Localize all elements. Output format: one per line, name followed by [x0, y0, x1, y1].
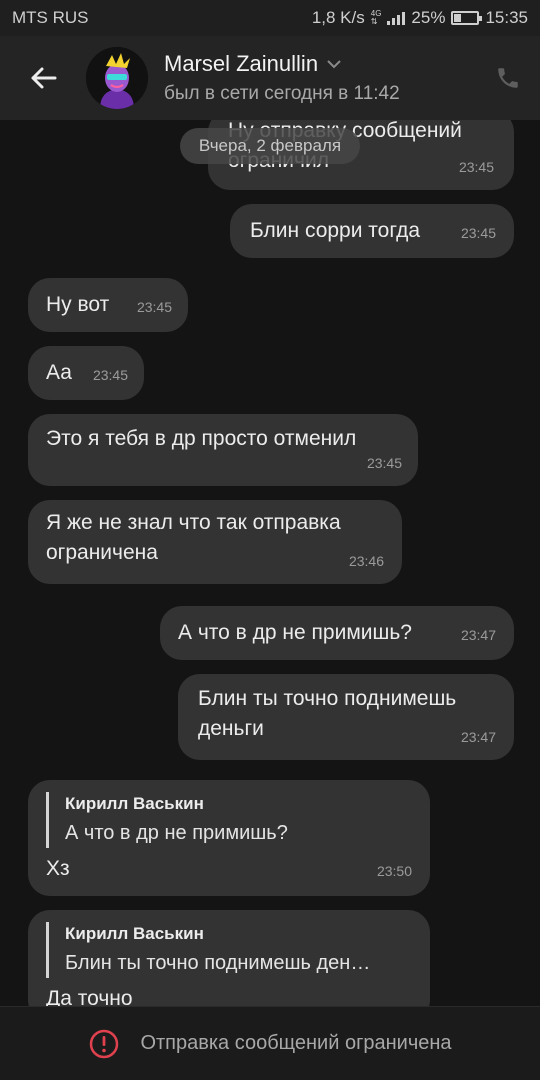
message-text: Блин сорри тогда: [250, 219, 421, 242]
status-indicators: 1,8 K/s 4G ⇅ 25% 15:35: [312, 8, 528, 28]
reply-text: А что в др не примишь?: [65, 822, 288, 844]
message-text: Блин ты точно поднимешь: [198, 687, 457, 710]
contact-name: Marsel Zainullin: [164, 51, 319, 76]
message-text: Это я тебя в др просто отменил: [46, 427, 357, 450]
message-time: 23:46: [348, 553, 384, 569]
arrow-left-icon: [31, 67, 57, 89]
message-outgoing[interactable]: А что в др не примишь? 23:47: [160, 606, 514, 660]
contact-name-row: Marsel Zainullin: [164, 51, 476, 77]
network-activity-label: ⇅: [370, 17, 378, 26]
contact-info[interactable]: Marsel Zainullin был в сети сегодня в 11…: [164, 51, 476, 105]
message-text: Да точно: [46, 987, 133, 1006]
message-incoming[interactable]: Ну вот 23:45: [28, 278, 188, 332]
message-time: 23:45: [460, 225, 496, 241]
message-text: А что в др не примишь?: [178, 621, 412, 644]
reply-text: Блин ты точно поднимешь ден…: [65, 952, 371, 974]
battery-icon: [451, 11, 483, 25]
message-incoming[interactable]: Аа 23:45: [28, 346, 144, 400]
message-incoming[interactable]: Это я тебя в др просто отменил 23:45: [28, 414, 418, 486]
battery-percent: 25%: [411, 8, 446, 27]
message-time: 23:45: [92, 367, 128, 383]
back-button[interactable]: [0, 36, 86, 120]
last-seen-status: был в сети сегодня в 11:42: [164, 83, 400, 104]
date-separator: Вчера, 2 февраля: [180, 128, 360, 164]
reply-quote[interactable]: Кирилл Васькин Блин ты точно поднимешь д…: [46, 922, 370, 978]
message-time: 23:45: [458, 159, 494, 175]
message-list[interactable]: Ну отправку сообщений ограничил 23:45 Вч…: [0, 120, 540, 1006]
phone-icon: [498, 68, 518, 88]
message-time: 23:52: [377, 996, 412, 1006]
message-time: 23:47: [460, 729, 496, 745]
chat-header: Marsel Zainullin был в сети сегодня в 11…: [0, 36, 540, 120]
message-text: Я же не знал что так отправка: [46, 511, 341, 534]
avatar-image: [86, 47, 148, 109]
clock: 15:35: [485, 8, 528, 27]
message-text: Хз: [46, 857, 70, 880]
restriction-text: Отправка сообщений ограничена: [140, 1032, 452, 1054]
chevron-down-icon: [327, 60, 341, 69]
message-text: Аа: [46, 361, 72, 384]
message-time: 23:50: [376, 863, 412, 879]
network-speed: 1,8 K/s: [311, 8, 365, 27]
message-text: Ну вот: [46, 293, 110, 316]
call-button[interactable]: [476, 36, 540, 120]
network-type-icon: 4G ⇅: [371, 10, 382, 26]
reply-quote[interactable]: Кирилл Васькин А что в др не примишь?: [46, 792, 288, 848]
reply-author: Кирилл Васькин: [65, 794, 204, 813]
reply-author: Кирилл Васькин: [65, 924, 204, 943]
message-time: 23:45: [366, 455, 402, 471]
message-incoming[interactable]: Я же не знал что так отправка ограничена…: [28, 500, 402, 584]
signal-icon: [387, 11, 406, 25]
alert-circle-icon: [90, 1029, 119, 1058]
message-outgoing[interactable]: Блин ты точно поднимешь деньги 23:47: [178, 674, 514, 760]
carrier-label: MTS RUS: [12, 8, 89, 27]
message-incoming-reply[interactable]: Кирилл Васькин Блин ты точно поднимешь д…: [28, 910, 430, 1006]
message-outgoing[interactable]: Блин сорри тогда 23:45: [230, 204, 514, 258]
avatar[interactable]: [86, 47, 148, 109]
message-time: 23:45: [136, 299, 172, 315]
message-incoming-reply[interactable]: Кирилл Васькин А что в др не примишь? Хз…: [28, 780, 430, 896]
message-time: 23:47: [460, 627, 496, 643]
restriction-bar: Отправка сообщений ограничена: [0, 1006, 540, 1080]
status-bar: MTS RUS 1,8 K/s 4G ⇅ 25% 15:35: [0, 0, 540, 36]
